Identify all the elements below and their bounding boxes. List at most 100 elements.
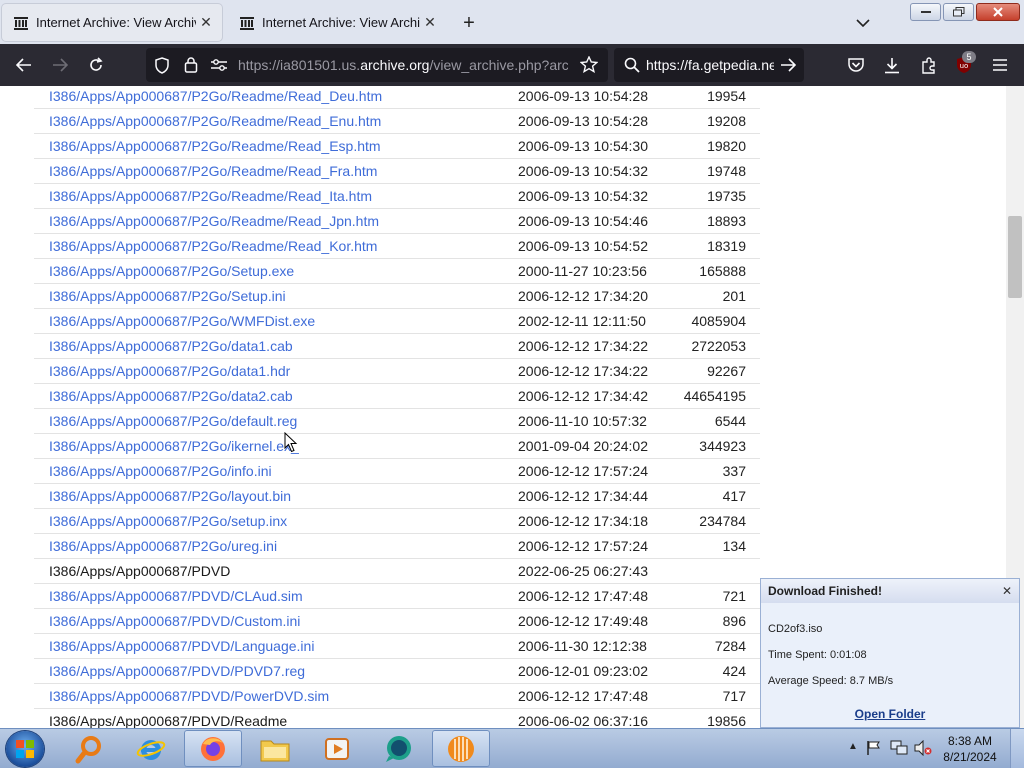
file-link[interactable]: I386/Apps/App000687/PDVD/Custom.ini (49, 613, 300, 629)
window-close-button[interactable] (976, 3, 1020, 21)
shield-icon[interactable] (154, 57, 170, 79)
file-link[interactable]: I386/Apps/App000687/P2Go/Readme/Read_Esp… (49, 138, 381, 154)
file-link[interactable]: I386/Apps/App000687/PDVD/CLAud.sim (49, 588, 303, 604)
svg-text:uo: uo (960, 62, 969, 70)
file-link[interactable]: I386/Apps/App000687/P2Go/Setup.exe (49, 263, 294, 279)
forward-arrow-icon[interactable] (48, 53, 72, 77)
tab-active[interactable]: Internet Archive: View Archive ✕ (2, 4, 222, 41)
file-link[interactable]: I386/Apps/App000687/P2Go/Setup.ini (49, 288, 286, 304)
file-link[interactable]: I386/Apps/App000687/P2Go/setup.inx (49, 513, 287, 529)
file-link[interactable]: I386/Apps/App000687/P2Go/Readme/Read_Enu… (49, 113, 381, 129)
permissions-icon[interactable] (210, 58, 228, 77)
file-link[interactable]: I386/Apps/App000687/P2Go/layout.bin (49, 488, 291, 504)
file-size: 44654195 (683, 388, 746, 404)
file-date: 2022-06-25 06:27:43 (518, 563, 648, 579)
file-link[interactable]: I386/Apps/App000687/P2Go/data1.hdr (49, 363, 290, 379)
file-link[interactable]: I386/Apps/App000687/P2Go/ikernel.ex_ (49, 438, 299, 454)
start-button[interactable] (6, 731, 44, 767)
file-link[interactable]: I386/Apps/App000687/P2Go/Readme/Read_Ita… (49, 188, 372, 204)
taskbar-orange-app[interactable] (432, 730, 490, 767)
table-row: I386/Apps/App000687/PDVD 2022-06-25 06:27… (34, 559, 760, 584)
taskbar-internet-explorer[interactable] (122, 730, 180, 767)
taskbar-clock[interactable]: 8:38 AM 8/21/2024 (940, 733, 1000, 765)
table-row: I386/Apps/App000687/PDVD/Language.ini 200… (34, 634, 760, 659)
file-date: 2006-12-12 17:49:48 (518, 613, 648, 629)
taskbar-explorer[interactable] (246, 730, 304, 767)
file-link[interactable]: I386/Apps/App000687/PDVD/PowerDVD.sim (49, 688, 329, 704)
open-folder-link[interactable]: Open Folder (761, 707, 1019, 721)
screen: Internet Archive: View Archive ✕ Interne… (0, 0, 1024, 768)
show-desktop-button[interactable] (1010, 729, 1024, 768)
table-row: I386/Apps/App000687/P2Go/ureg.ini 2006-12… (34, 534, 760, 559)
tray-expand-icon[interactable]: ▲ (848, 741, 858, 752)
file-date: 2006-12-12 17:34:44 (518, 488, 648, 504)
scrollbar-thumb[interactable] (1008, 216, 1022, 298)
restore-button[interactable] (943, 3, 974, 21)
file-link[interactable]: I386/Apps/App000687/PDVD/PDVD7.reg (49, 663, 305, 679)
tab-inactive[interactable]: Internet Archive: View Archive ✕ (228, 4, 446, 41)
volume-muted-icon[interactable] (914, 739, 932, 761)
file-link[interactable]: I386/Apps/App000687/P2Go/WMFDist.exe (49, 313, 315, 329)
file-link[interactable]: I386/Apps/App000687/P2Go/Readme/Read_Fra… (49, 163, 377, 179)
file-size: 344923 (699, 438, 746, 454)
tab-close-icon[interactable]: ✕ (196, 13, 216, 33)
downloaded-file-name: CD2of3.iso (768, 623, 823, 635)
popup-close-icon[interactable]: ✕ (999, 583, 1015, 599)
file-link[interactable]: I386/Apps/App000687/P2Go/ureg.ini (49, 538, 277, 554)
table-row: I386/Apps/App000687/P2Go/Setup.ini 2006-1… (34, 284, 760, 309)
file-date: 2006-06-02 06:37:16 (518, 713, 648, 728)
new-tab-button[interactable]: + (457, 11, 481, 35)
url-text[interactable]: https://ia801501.us.archive.org/view_arc… (238, 57, 568, 73)
file-link[interactable]: I386/Apps/App000687/P2Go/Readme/Read_Deu… (49, 88, 382, 104)
reload-icon[interactable] (84, 53, 108, 77)
back-arrow-icon[interactable] (12, 53, 36, 77)
file-link[interactable]: I386/Apps/App000687/PDVD/Language.ini (49, 638, 314, 654)
table-row: I386/Apps/App000687/P2Go/Readme/Read_Ita… (34, 184, 760, 209)
url-bar[interactable]: https://ia801501.us.archive.org/view_arc… (146, 48, 608, 82)
file-link[interactable]: I386/Apps/App000687/P2Go/data1.cab (49, 338, 293, 354)
downloads-icon[interactable] (880, 53, 904, 77)
table-row: I386/Apps/App000687/P2Go/Readme/Read_Kor… (34, 234, 760, 259)
file-date: 2002-12-11 12:11:50 (518, 313, 646, 329)
table-row: I386/Apps/App000687/PDVD/PowerDVD.sim 200… (34, 684, 760, 709)
file-link[interactable]: I386/Apps/App000687/P2Go/data2.cab (49, 388, 293, 404)
extension-badge: 5 (962, 51, 976, 63)
table-row: I386/Apps/App000687/PDVD/CLAud.sim 2006-1… (34, 584, 760, 609)
file-date: 2006-12-12 17:34:22 (518, 363, 648, 379)
tab-strip: Internet Archive: View Archive ✕ Interne… (0, 0, 1024, 44)
table-row: I386/Apps/App000687/PDVD/Readme 2006-06-0… (34, 709, 760, 728)
taskbar-search-app[interactable] (60, 730, 118, 767)
search-go-arrow-icon[interactable] (780, 58, 797, 77)
search-input[interactable]: https://fa.getpedia.ne (646, 57, 774, 73)
menu-hamburger-icon[interactable] (988, 53, 1012, 77)
taskbar-media-player[interactable] (308, 730, 366, 767)
file-name: I386/Apps/App000687/PDVD (49, 563, 231, 579)
extensions-icon[interactable] (917, 53, 941, 77)
popup-title: Download Finished! (768, 584, 882, 598)
file-link[interactable]: I386/Apps/App000687/P2Go/default.reg (49, 413, 297, 429)
file-date: 2006-12-01 09:23:02 (518, 663, 648, 679)
search-bar[interactable]: https://fa.getpedia.ne (614, 48, 804, 82)
file-link[interactable]: I386/Apps/App000687/P2Go/info.ini (49, 463, 272, 479)
file-size: 18893 (707, 213, 746, 229)
download-finished-popup: Download Finished! ✕ CD2of3.iso Time Spe… (760, 578, 1020, 728)
action-center-flag-icon[interactable] (866, 740, 882, 761)
bookmark-star-icon[interactable] (579, 55, 599, 78)
pocket-icon[interactable] (844, 53, 868, 77)
file-link[interactable]: I386/Apps/App000687/P2Go/Readme/Read_Kor… (49, 238, 377, 254)
chat-bubble-icon (386, 735, 411, 762)
lock-icon[interactable] (184, 56, 198, 78)
tab-close-icon[interactable]: ✕ (420, 13, 440, 33)
file-date: 2006-12-12 17:47:48 (518, 588, 648, 604)
url-host-main: archive.org (360, 57, 430, 73)
table-row: I386/Apps/App000687/P2Go/data2.cab 2006-1… (34, 384, 760, 409)
file-link[interactable]: I386/Apps/App000687/P2Go/Readme/Read_Jpn… (49, 213, 379, 229)
taskbar-firefox[interactable] (184, 730, 242, 767)
file-date: 2006-09-13 10:54:46 (518, 213, 648, 229)
file-size: 2722053 (691, 338, 746, 354)
taskbar-chat-app[interactable] (370, 730, 428, 767)
network-icon[interactable] (890, 740, 908, 761)
minimize-button[interactable] (910, 3, 941, 21)
table-row: I386/Apps/App000687/P2Go/Readme/Read_Deu… (34, 86, 760, 109)
list-all-tabs-chevron-icon[interactable] (852, 12, 874, 34)
